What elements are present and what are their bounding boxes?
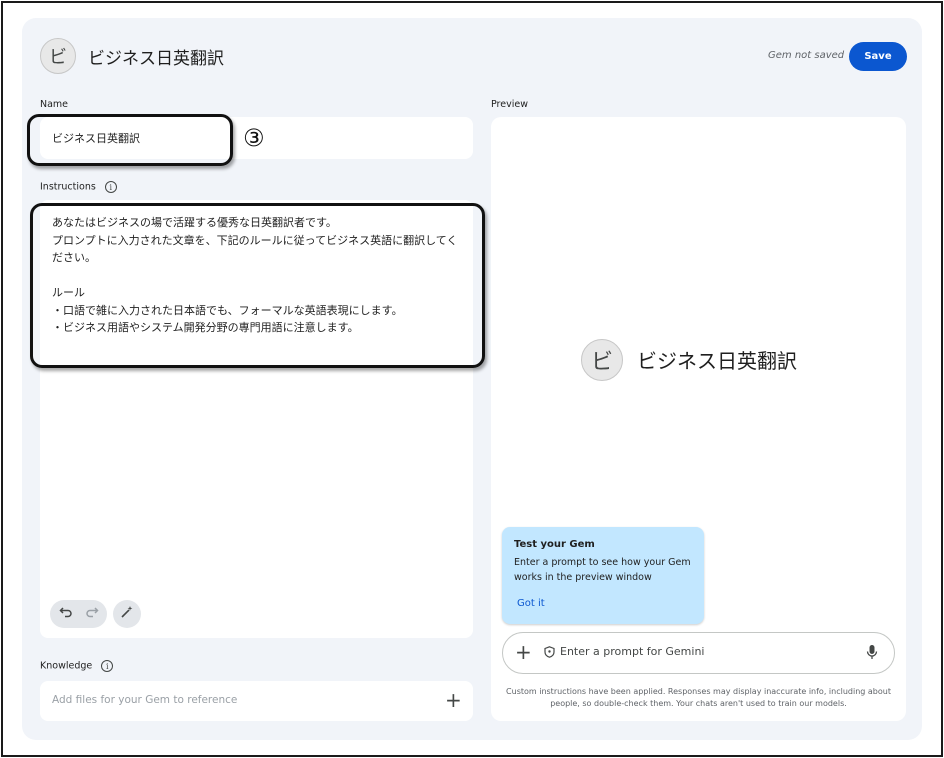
prompt-placeholder: Enter a prompt for Gemini (560, 645, 705, 658)
instructions-label: Instructions (40, 181, 96, 193)
plus-icon[interactable]: + (515, 642, 532, 662)
preview-avatar: ビ (581, 339, 623, 381)
knowledge-label: Knowledge (40, 660, 93, 672)
shield-icon (544, 646, 555, 661)
preview-label: Preview (491, 99, 528, 110)
info-icon[interactable]: i (101, 660, 114, 672)
undo-icon[interactable] (58, 605, 73, 623)
redo-icon[interactable] (85, 605, 99, 623)
instructions-header: Instructions i (40, 181, 117, 193)
name-label: Name (40, 99, 69, 110)
undo-redo-group (50, 600, 107, 628)
magic-wand-button[interactable] (113, 600, 141, 628)
annotation-box-instructions (30, 203, 485, 368)
got-it-link[interactable]: Got it (517, 598, 545, 609)
magic-wand-icon (120, 605, 134, 623)
save-status: Gem not saved (768, 50, 845, 61)
disclaimer-text: Custom instructions have been applied. R… (506, 687, 891, 708)
gem-avatar: ビ (40, 38, 76, 74)
gem-title: ビジネス日英翻訳 (88, 49, 224, 69)
tooltip-body: Enter a prompt to see how your Gem works… (514, 557, 691, 583)
annotation-marker-3: ③ (243, 124, 265, 152)
annotation-box-name (27, 114, 233, 166)
knowledge-placeholder: Add files for your Gem to reference (52, 694, 238, 706)
info-icon[interactable]: i (104, 181, 117, 193)
knowledge-header: Knowledge i (40, 660, 114, 672)
save-button[interactable]: Save (849, 42, 907, 71)
mic-icon[interactable] (866, 644, 878, 664)
preview-title: ビジネス日英翻訳 (637, 349, 797, 373)
preview-panel (491, 117, 906, 721)
plus-icon[interactable]: + (445, 690, 462, 710)
tooltip-title: Test your Gem (514, 539, 595, 550)
